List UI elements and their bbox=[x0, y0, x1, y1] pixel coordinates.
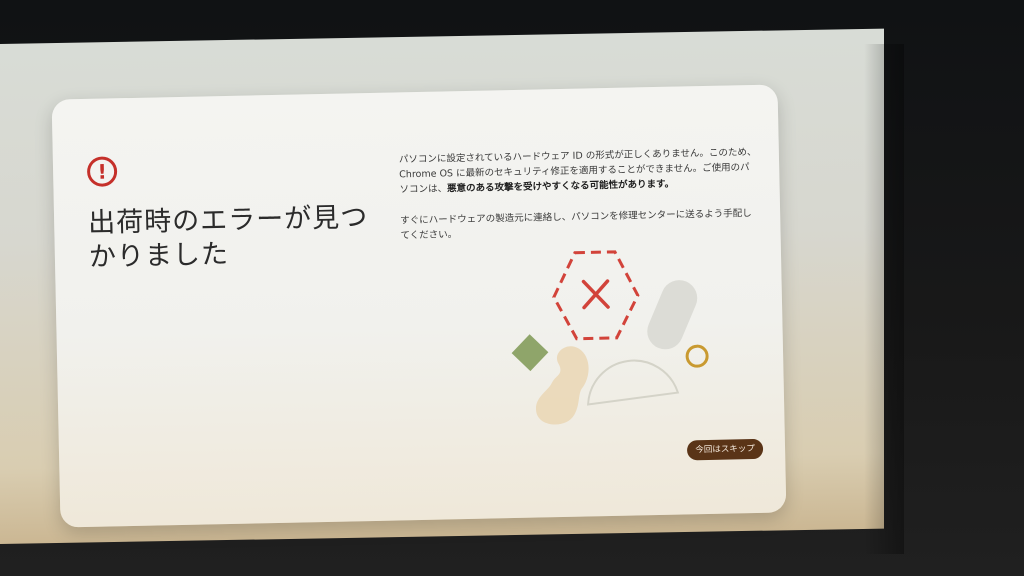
close-x-icon bbox=[581, 279, 610, 310]
description-paragraph-2: すぐにハードウェアの製造元に連絡し、パソコンを修理センターに送るよう手配してくだ… bbox=[400, 208, 752, 242]
green-diamond-shape bbox=[511, 334, 549, 372]
half-circle-outline bbox=[587, 359, 680, 406]
skip-button[interactable]: 今回はスキップ bbox=[686, 438, 764, 461]
factory-error-dialog: ! 出荷時のエラーが見つかりました パソコンに設定されているハードウェア ID … bbox=[51, 84, 787, 528]
error-illustration bbox=[511, 250, 709, 425]
gray-capsule-shape bbox=[647, 280, 698, 350]
gold-ring-shape bbox=[685, 344, 709, 368]
page-title: 出荷時のエラーが見つかりました bbox=[87, 202, 369, 273]
screen-edge-shadow bbox=[864, 44, 904, 554]
description-paragraph-1: パソコンに設定されているハードウェア ID の形式が正しくありません。このため、… bbox=[399, 145, 758, 197]
alert-circle-icon: ! bbox=[86, 156, 118, 187]
description-warning-bold: 悪意のある攻撃を受けやすくなる可能性があります。 bbox=[446, 178, 675, 195]
